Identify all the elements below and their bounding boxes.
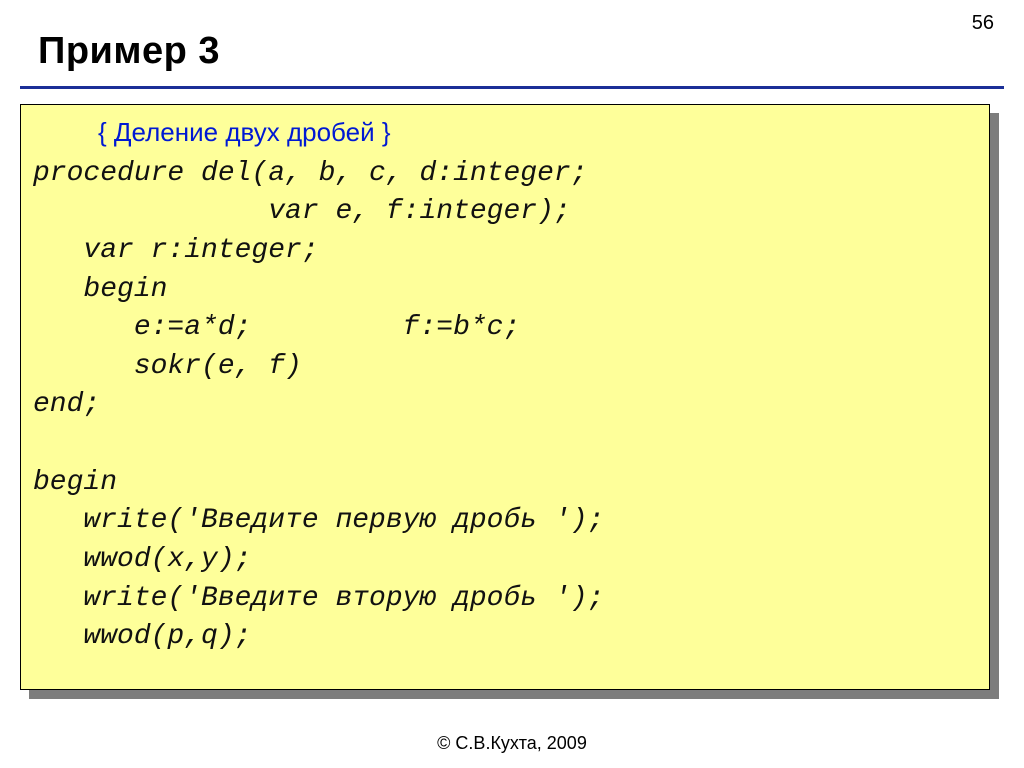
code-line: wwod(x,y); — [33, 544, 251, 575]
slide: 56 Пример 3 { Деление двух дробей } proc… — [0, 0, 1024, 768]
code-line: sokr(e, f) — [33, 351, 302, 382]
code-line: begin — [33, 274, 167, 305]
code-comment: { Деление двух дробей } — [33, 117, 391, 147]
footer-copyright: © С.В.Кухта, 2009 — [0, 733, 1024, 754]
code-line: e:=a*d; f:=b*c; — [33, 312, 520, 343]
code-line: wwod(p,q); — [33, 621, 251, 652]
code-line: var e, f:integer); — [33, 196, 571, 227]
code-line: end; — [33, 389, 100, 420]
code-box: { Деление двух дробей } procedure del(a,… — [20, 104, 990, 690]
code-listing: { Деление двух дробей } procedure del(a,… — [33, 115, 979, 657]
title-underline — [20, 86, 1004, 89]
page-number: 56 — [972, 12, 994, 35]
code-line: begin — [33, 467, 117, 498]
code-line: write('Введите первую дробь '); — [33, 505, 604, 536]
code-line: write('Введите вторую дробь '); — [33, 583, 604, 614]
code-line: var r:integer; — [33, 235, 319, 266]
code-line: procedure del(a, b, c, d:integer; — [33, 158, 588, 189]
slide-title: Пример 3 — [38, 30, 220, 73]
